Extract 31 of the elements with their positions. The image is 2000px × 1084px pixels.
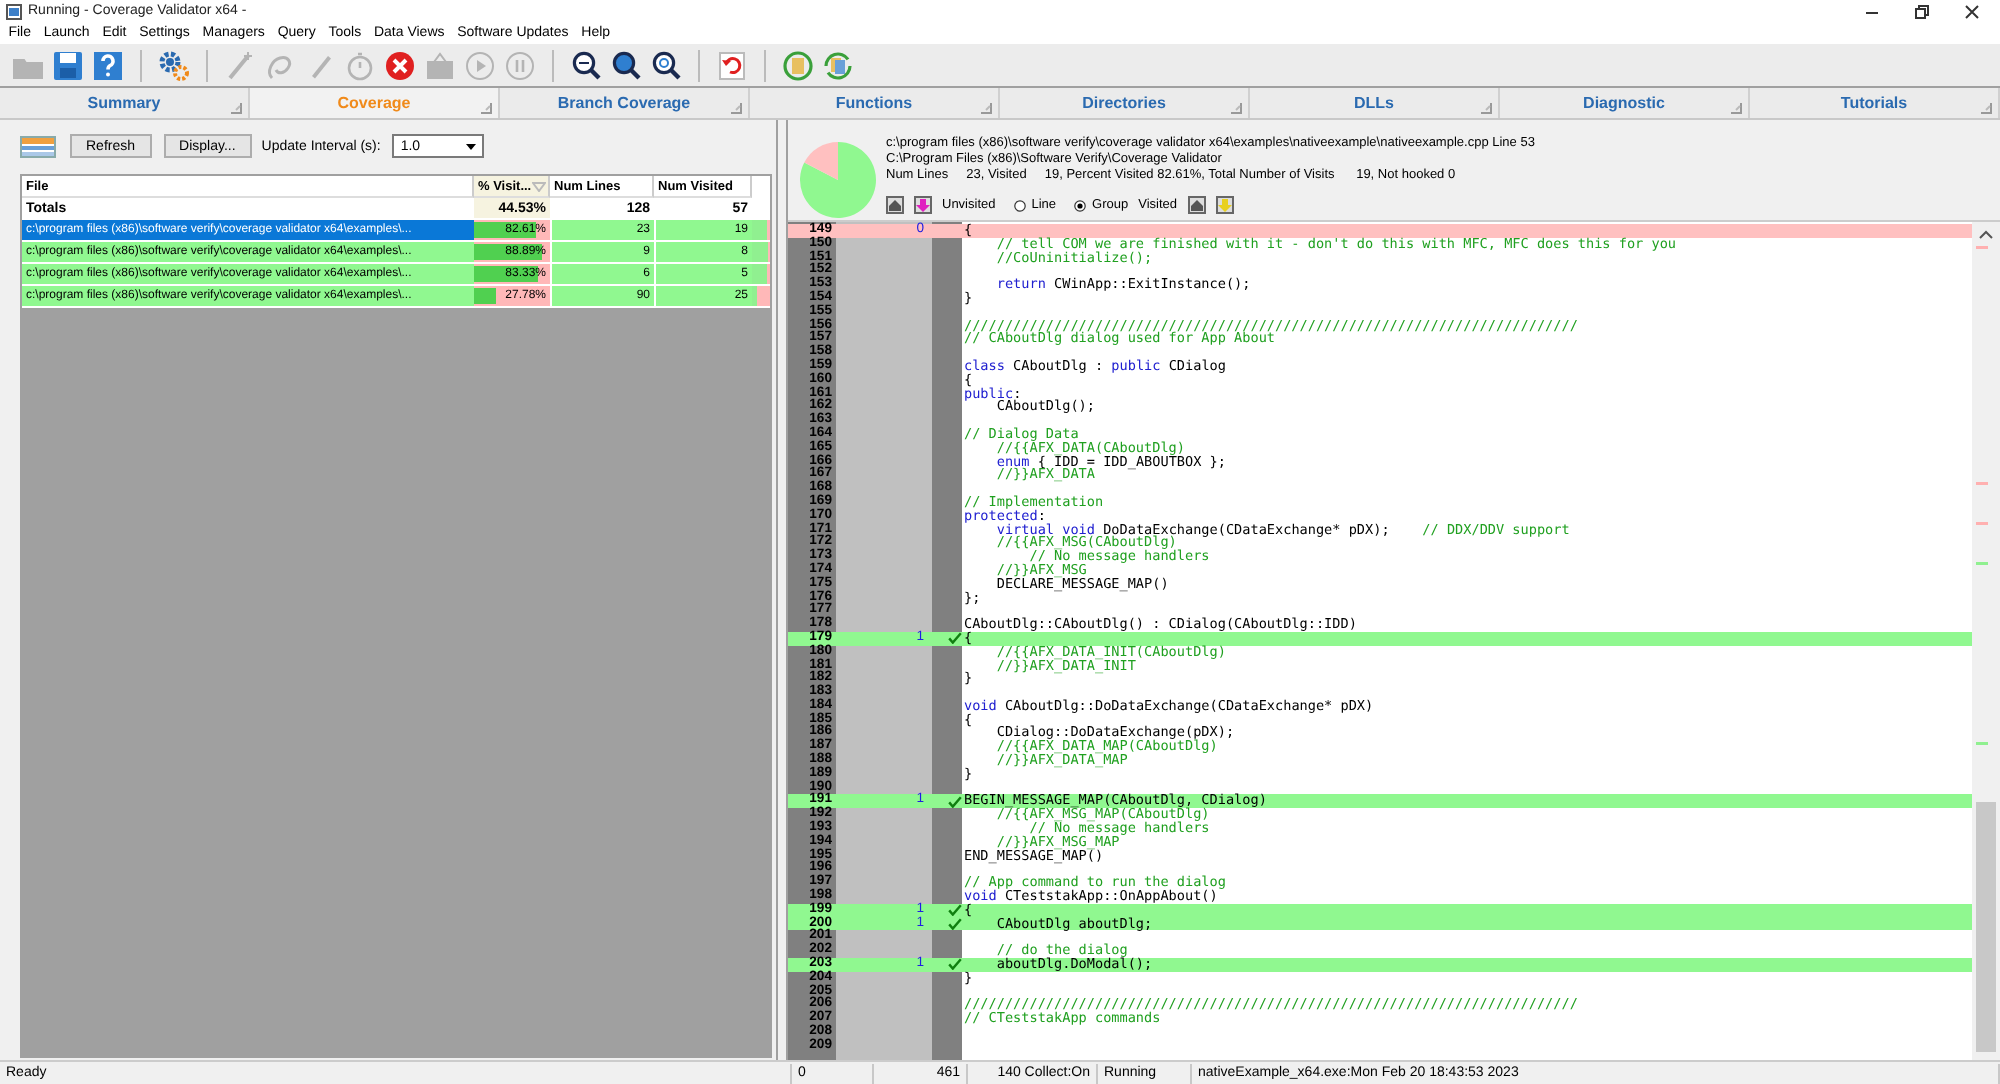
list-icon xyxy=(20,135,56,157)
arrow-down-icon[interactable] xyxy=(1215,196,1234,214)
sort-icon xyxy=(531,181,546,191)
magnifier-icon[interactable] xyxy=(610,49,642,81)
caret-icon xyxy=(466,143,477,149)
home-up-icon[interactable] xyxy=(1187,196,1206,214)
resize-grip-icon xyxy=(480,102,492,114)
restore-icon[interactable] xyxy=(1914,3,1930,19)
resize-grip-icon xyxy=(730,102,742,114)
save-icon[interactable] xyxy=(52,49,84,81)
refresh-documents-icon[interactable] xyxy=(822,49,854,81)
help-icon[interactable] xyxy=(92,49,124,81)
gears-icon[interactable] xyxy=(158,49,190,81)
stop-icon[interactable] xyxy=(384,49,416,81)
resize-grip-icon xyxy=(1480,102,1492,114)
check-icon xyxy=(948,795,962,808)
magnifier-icon[interactable] xyxy=(650,49,682,81)
resize-grip-icon xyxy=(1230,102,1242,114)
resize-grip-icon xyxy=(1980,102,1992,114)
magnifier-icon[interactable] xyxy=(570,49,602,81)
resize-grip-icon xyxy=(230,102,242,114)
home-up-icon[interactable] xyxy=(886,196,904,214)
arrow-down-icon[interactable] xyxy=(914,196,932,214)
resize-grip-icon xyxy=(1730,102,1742,114)
check-icon xyxy=(948,958,962,971)
resize-grip-icon xyxy=(980,102,992,114)
undo-icon[interactable] xyxy=(716,49,748,81)
close-icon[interactable] xyxy=(1964,3,1980,19)
refresh-document-icon[interactable] xyxy=(782,49,814,81)
check-icon xyxy=(948,632,962,645)
scrollbar-drawing[interactable] xyxy=(1972,222,2000,1062)
